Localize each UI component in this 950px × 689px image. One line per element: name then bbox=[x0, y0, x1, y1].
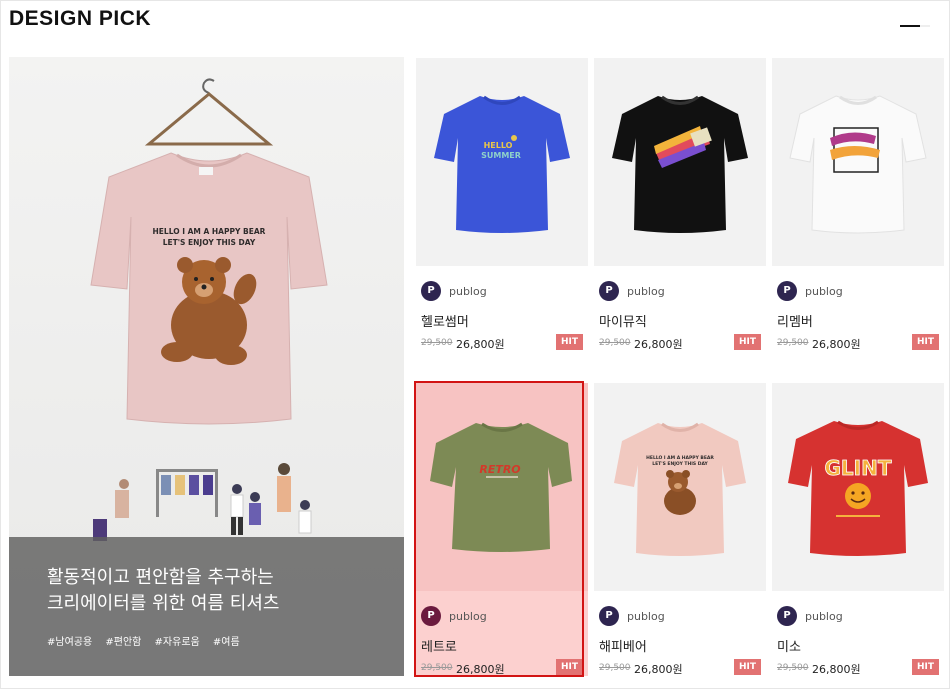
feature-caption: 활동적이고 편안함을 추구하는크리에이터를 위한 여름 티셔츠 #남여공용 #편… bbox=[9, 537, 404, 676]
hit-badge: HIT bbox=[734, 659, 761, 675]
feature-tags: #남여공용 #편안함 #자유로움 #여름 bbox=[47, 633, 404, 648]
brand-name[interactable]: publog bbox=[449, 285, 487, 298]
tag[interactable]: #남여공용 bbox=[47, 637, 92, 648]
section-title: DESIGN PICK bbox=[9, 7, 152, 30]
brand-name[interactable]: publog bbox=[805, 610, 843, 623]
product-image[interactable]: GLINT bbox=[772, 383, 944, 591]
feature-headline: 활동적이고 편안함을 추구하는크리에이터를 위한 여름 티셔츠 bbox=[47, 565, 404, 617]
tshirt-image bbox=[612, 95, 748, 233]
tshirt-image: RETRO bbox=[430, 422, 572, 552]
product-info: P publog 레트로 29,500 26,800원 HIT bbox=[416, 591, 588, 676]
original-price: 29,500 bbox=[599, 663, 631, 673]
sale-price: 26,800원 bbox=[456, 338, 505, 351]
hit-badge: HIT bbox=[912, 334, 939, 350]
sale-price: 26,800원 bbox=[812, 338, 861, 351]
tag[interactable]: #자유로움 bbox=[155, 637, 200, 648]
product-info: P publog 미소 29,500 26,800원 HIT bbox=[772, 591, 944, 676]
sale-price: 26,800원 bbox=[634, 338, 683, 351]
glint-print: GLINT bbox=[825, 456, 892, 480]
product-image[interactable] bbox=[772, 58, 944, 266]
product-info: P publog 헬로썸머 29,500 26,800원 HIT bbox=[416, 266, 588, 351]
svg-text:HELLO I AM A HAPPY BEAR: HELLO I AM A HAPPY BEAR bbox=[646, 455, 714, 461]
product-info: P publog 리멤버 29,500 26,800원 HIT bbox=[772, 266, 944, 351]
brand-name[interactable]: publog bbox=[805, 285, 843, 298]
tag[interactable]: #여름 bbox=[213, 637, 240, 648]
brand-name[interactable]: publog bbox=[627, 610, 665, 623]
sale-price: 26,800원 bbox=[634, 663, 683, 676]
product-name[interactable]: 헬로썸머 bbox=[421, 311, 469, 330]
product-image[interactable]: HELLO I AM A HAPPY BEAR LET'S ENJOY THIS… bbox=[594, 383, 766, 591]
svg-text:SUMMER: SUMMER bbox=[481, 151, 521, 160]
hit-badge: HIT bbox=[556, 659, 583, 675]
hit-badge: HIT bbox=[734, 334, 761, 350]
brand-avatar[interactable]: P bbox=[599, 281, 619, 301]
product-image[interactable]: RETRO bbox=[416, 383, 588, 591]
people-illustration bbox=[93, 463, 312, 541]
original-price: 29,500 bbox=[599, 338, 631, 348]
brand-name[interactable]: publog bbox=[627, 285, 665, 298]
tshirt-image: GLINT bbox=[788, 420, 928, 556]
product-name[interactable]: 마이뮤직 bbox=[599, 311, 647, 330]
brand-avatar[interactable]: P bbox=[599, 606, 619, 626]
original-price: 29,500 bbox=[421, 338, 453, 348]
retro-print: RETRO bbox=[479, 463, 520, 476]
brand-avatar[interactable]: P bbox=[777, 281, 797, 301]
svg-text:LET'S ENJOY THIS DAY: LET'S ENJOY THIS DAY bbox=[652, 461, 708, 467]
pagination-active-bar bbox=[900, 24, 920, 27]
feature-headline-line-2: 크리에이터를 위한 여름 티셔츠 bbox=[47, 593, 280, 614]
original-price: 29,500 bbox=[777, 338, 809, 348]
tshirt-image: HELLO I AM A HAPPY BEAR LET'S ENJOY THIS… bbox=[614, 422, 746, 556]
product-name[interactable]: 레트로 bbox=[421, 636, 457, 655]
product-info: P publog 마이뮤직 29,500 26,800원 HIT bbox=[594, 266, 766, 351]
sale-price: 26,800원 bbox=[456, 663, 505, 676]
product-name[interactable]: 리멤버 bbox=[777, 311, 813, 330]
brand-avatar[interactable]: P bbox=[421, 281, 441, 301]
original-price: 29,500 bbox=[777, 663, 809, 673]
brand-name[interactable]: publog bbox=[449, 610, 487, 623]
tag[interactable]: #편안함 bbox=[105, 637, 141, 648]
hit-badge: HIT bbox=[556, 334, 583, 350]
brand-avatar[interactable]: P bbox=[421, 606, 441, 626]
slider-pagination[interactable] bbox=[900, 24, 930, 27]
product-image[interactable] bbox=[594, 58, 766, 266]
feature-headline-line-1: 활동적이고 편안함을 추구하는 bbox=[47, 567, 274, 588]
original-price: 29,500 bbox=[421, 663, 453, 673]
feature-shirt-print-1: HELLO I AM A HAPPY BEAR bbox=[153, 227, 266, 236]
hit-badge: HIT bbox=[912, 659, 939, 675]
sale-price: 26,800원 bbox=[812, 663, 861, 676]
tshirt-image: HELLO SUMMER bbox=[434, 95, 570, 233]
feature-shirt-print-2: LET'S ENJOY THIS DAY bbox=[163, 238, 256, 247]
product-name[interactable]: 미소 bbox=[777, 636, 801, 655]
tshirt-image bbox=[789, 95, 927, 234]
product-info: P publog 해피베어 29,500 26,800원 HIT bbox=[594, 591, 766, 676]
brand-avatar[interactable]: P bbox=[777, 606, 797, 626]
feature-banner[interactable]: HELLO I AM A HAPPY BEAR LET'S ENJOY THIS… bbox=[9, 57, 404, 676]
product-name[interactable]: 해피베어 bbox=[599, 636, 647, 655]
svg-text:HELLO: HELLO bbox=[484, 141, 513, 150]
product-image[interactable]: HELLO SUMMER bbox=[416, 58, 588, 266]
